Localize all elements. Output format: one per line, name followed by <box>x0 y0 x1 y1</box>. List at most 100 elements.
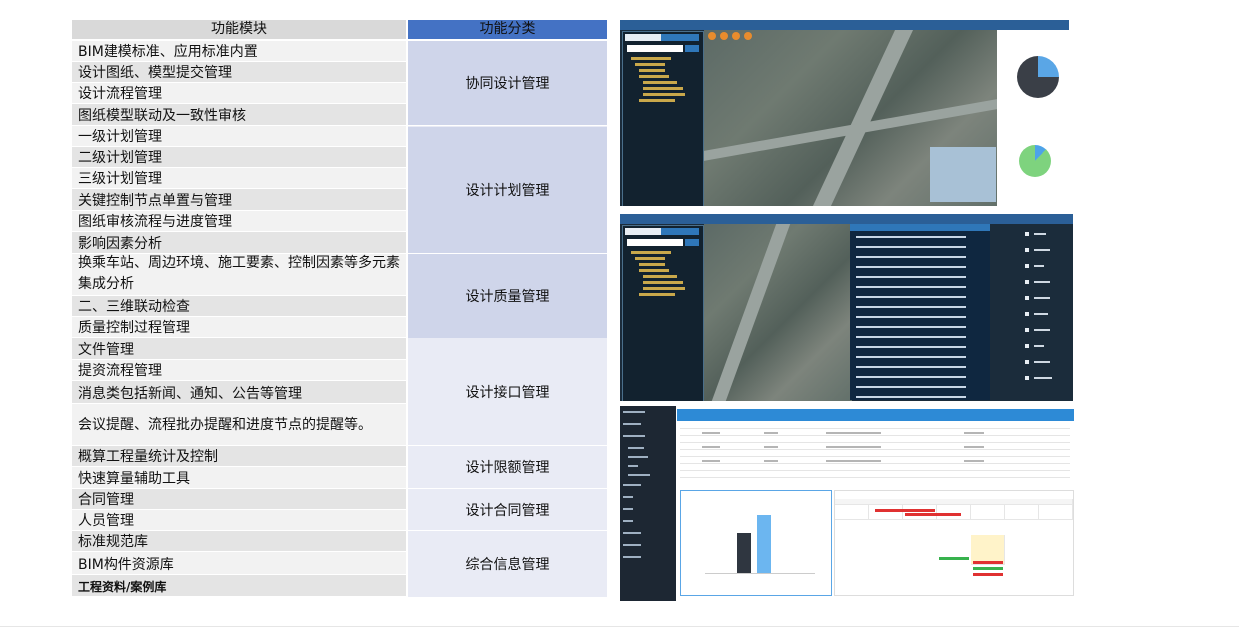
file-item[interactable] <box>856 296 966 298</box>
tree-node[interactable] <box>635 63 665 66</box>
menu-item[interactable] <box>1034 297 1050 299</box>
tab-second[interactable] <box>661 228 699 235</box>
nav-item[interactable] <box>623 556 641 558</box>
tree-node[interactable] <box>643 275 677 278</box>
nav-item[interactable] <box>623 435 645 437</box>
nav-item[interactable] <box>623 532 641 534</box>
menu-item-icon[interactable] <box>1025 264 1029 268</box>
tree-node[interactable] <box>643 93 685 96</box>
nav-item[interactable] <box>623 544 641 546</box>
tree-node[interactable] <box>639 75 669 78</box>
file-item[interactable] <box>856 286 966 288</box>
tree-node[interactable] <box>643 281 683 284</box>
calendar-cell[interactable] <box>1005 505 1039 520</box>
file-item[interactable] <box>856 246 966 248</box>
file-item[interactable] <box>856 316 966 318</box>
calendar-event[interactable] <box>973 561 1003 564</box>
tree-node[interactable] <box>635 257 665 260</box>
table-row: 提资流程管理 <box>72 360 406 380</box>
nav-item[interactable] <box>623 508 633 510</box>
tab-second[interactable] <box>661 34 699 41</box>
tree-node[interactable] <box>639 293 675 296</box>
calendar-event[interactable] <box>875 509 935 512</box>
calendar-event[interactable] <box>939 557 969 560</box>
tree-node[interactable] <box>631 57 671 60</box>
file-item[interactable] <box>856 336 966 338</box>
nav-item[interactable] <box>628 465 638 467</box>
nav-item[interactable] <box>623 411 645 413</box>
file-item[interactable] <box>856 306 966 308</box>
menu-item-icon[interactable] <box>1025 376 1029 380</box>
tab-first[interactable] <box>625 34 661 41</box>
menu-item-icon[interactable] <box>1025 312 1029 316</box>
toolbar-icon[interactable] <box>732 32 740 40</box>
file-item[interactable] <box>856 276 966 278</box>
tree-node[interactable] <box>639 263 665 266</box>
menu-item-icon[interactable] <box>1025 296 1029 300</box>
aerial-view[interactable] <box>704 224 852 401</box>
tree-node[interactable] <box>643 81 677 84</box>
nav-item[interactable] <box>623 484 641 486</box>
toolbar-icon[interactable] <box>708 32 716 40</box>
menu-item-icon[interactable] <box>1025 328 1029 332</box>
toolbar-icon[interactable] <box>744 32 752 40</box>
calendar-event[interactable] <box>973 567 1003 570</box>
table-cell <box>964 446 984 448</box>
tree-node[interactable] <box>631 251 671 254</box>
menu-item[interactable] <box>1034 329 1050 331</box>
menu-item[interactable] <box>1034 265 1044 267</box>
nav-item[interactable] <box>628 447 644 449</box>
calendar-event[interactable] <box>973 573 1003 576</box>
menu-item-icon[interactable] <box>1025 232 1029 236</box>
tree-node[interactable] <box>643 287 685 290</box>
menu-item[interactable] <box>1034 345 1044 347</box>
toolbar-icon[interactable] <box>720 32 728 40</box>
menu-item[interactable] <box>1034 377 1052 379</box>
file-item[interactable] <box>856 256 966 258</box>
menu-item[interactable] <box>1034 361 1050 363</box>
tree-node[interactable] <box>639 269 669 272</box>
file-item[interactable] <box>856 376 966 378</box>
map-inset[interactable] <box>930 147 996 202</box>
calendar-cell[interactable] <box>869 505 903 520</box>
file-item[interactable] <box>856 396 966 398</box>
search-input[interactable] <box>627 239 683 246</box>
search-input[interactable] <box>627 45 683 52</box>
search-button[interactable] <box>685 239 699 246</box>
nav-item[interactable] <box>623 520 633 522</box>
nav-item[interactable] <box>628 456 648 458</box>
table-row <box>680 449 1070 450</box>
menu-item[interactable] <box>1034 281 1050 283</box>
search-button[interactable] <box>685 45 699 52</box>
file-item[interactable] <box>856 356 966 358</box>
file-item[interactable] <box>856 266 966 268</box>
table-row: 三级计划管理 <box>72 168 406 188</box>
table-row: 换乘车站、周边环境、施工要素、控制因素等多元素集成分析 <box>72 254 406 295</box>
tab-first[interactable] <box>625 228 661 235</box>
row-text: 关键控制节点单置与管理 <box>78 193 232 209</box>
file-item[interactable] <box>856 346 966 348</box>
nav-item[interactable] <box>623 496 633 498</box>
file-item[interactable] <box>856 366 966 368</box>
menu-item[interactable] <box>1034 313 1048 315</box>
file-item[interactable] <box>856 386 966 388</box>
calendar-cell[interactable] <box>835 505 869 520</box>
calendar-cell[interactable] <box>971 505 1005 520</box>
menu-item[interactable] <box>1034 249 1050 251</box>
tree-node[interactable] <box>643 87 683 90</box>
menu-item[interactable] <box>1034 233 1046 235</box>
nav-item[interactable] <box>628 474 650 476</box>
nav-item[interactable] <box>623 423 641 425</box>
file-item[interactable] <box>856 326 966 328</box>
tree-panel <box>622 225 704 401</box>
calendar-event[interactable] <box>905 513 961 516</box>
menu-item-icon[interactable] <box>1025 248 1029 252</box>
tree-node[interactable] <box>639 99 675 102</box>
menu-item-icon[interactable] <box>1025 280 1029 284</box>
file-item[interactable] <box>856 236 966 238</box>
table-row: 影响因素分析 <box>72 232 406 253</box>
tree-node[interactable] <box>639 69 665 72</box>
menu-item-icon[interactable] <box>1025 360 1029 364</box>
calendar-cell[interactable] <box>1039 505 1073 520</box>
menu-item-icon[interactable] <box>1025 344 1029 348</box>
